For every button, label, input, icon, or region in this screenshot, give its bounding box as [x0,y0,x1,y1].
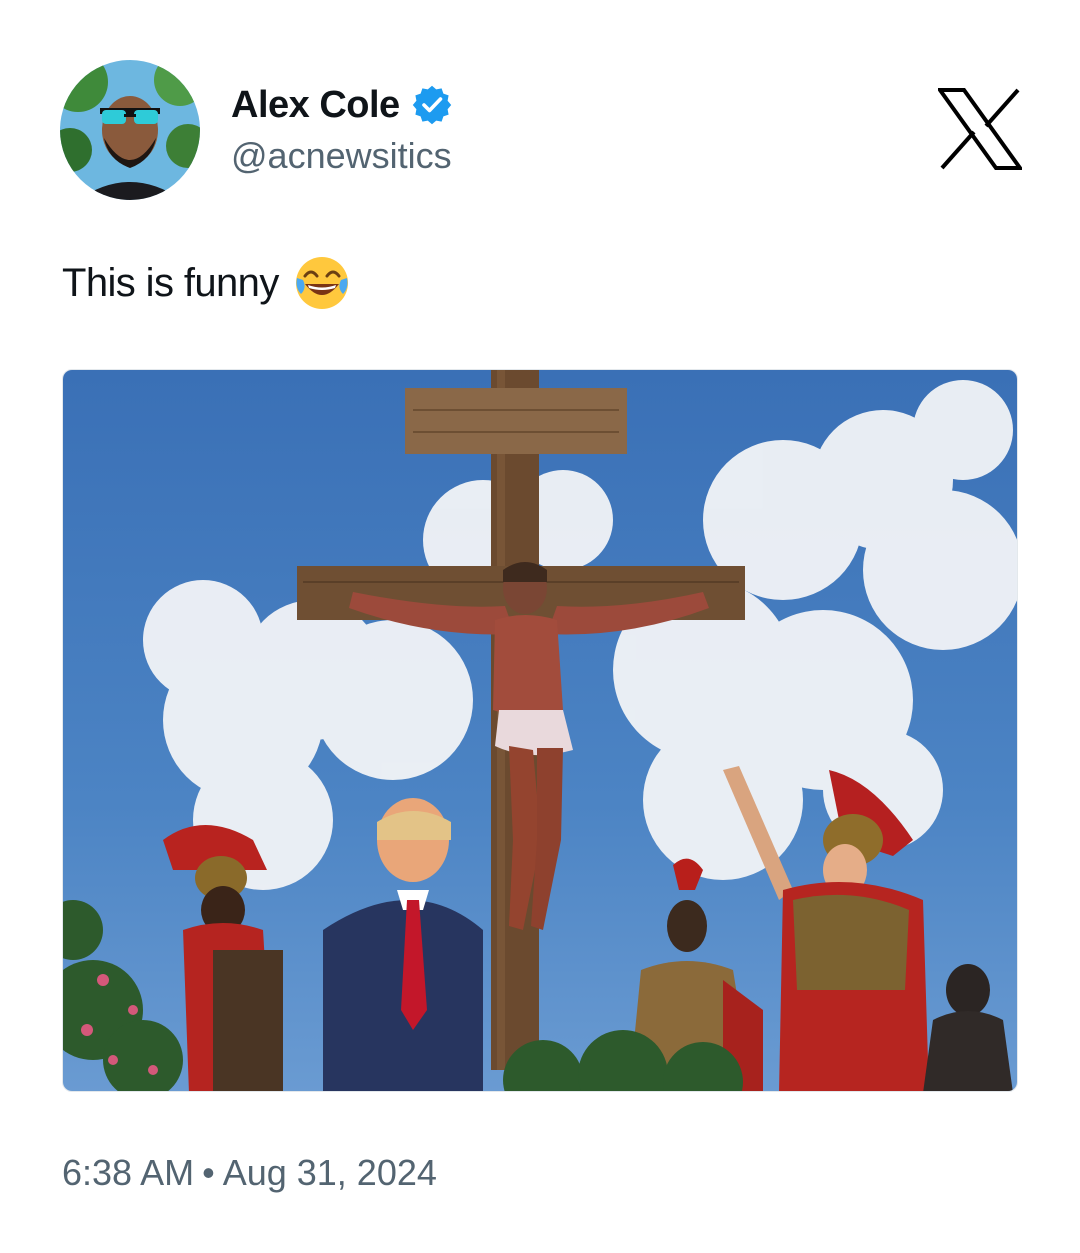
verified-badge-icon [412,85,452,125]
timestamp-separator: • [202,1152,215,1193]
x-logo-icon[interactable] [936,88,1024,170]
author-avatar[interactable] [60,60,200,200]
face-with-tears-of-joy-icon [293,254,351,312]
author-handle[interactable]: @acnewsitics [231,135,452,177]
timestamp-date: Aug 31, 2024 [222,1152,437,1193]
tweet-text: This is funny [62,254,351,312]
timestamp-time: 6:38 AM [62,1152,195,1193]
author-name-row: Alex Cole [231,80,452,130]
tweet-text-content: This is funny [62,260,279,305]
author-display-name[interactable]: Alex Cole [231,84,400,127]
tweet-timestamp[interactable]: 6:38 AM • Aug 31, 2024 [62,1152,437,1194]
tweet-media-image[interactable] [62,369,1018,1092]
